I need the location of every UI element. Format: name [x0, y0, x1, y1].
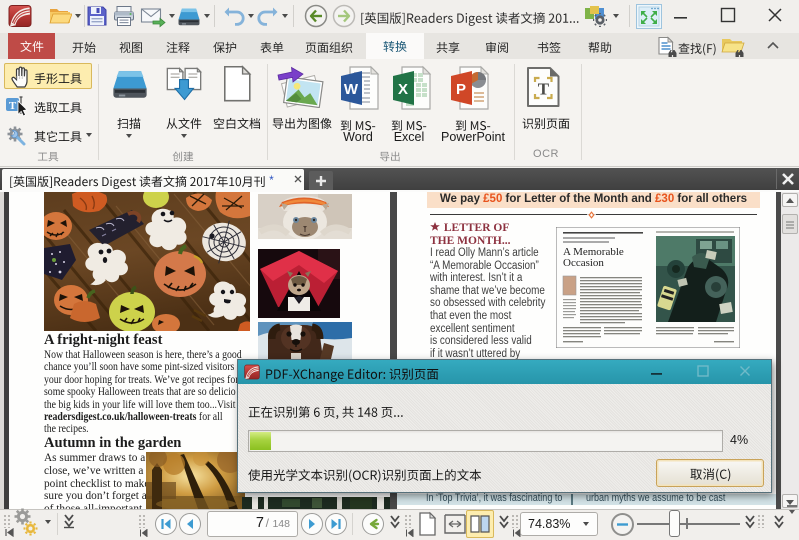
svg-text:T: T — [9, 100, 17, 112]
svg-text:T: T — [538, 80, 550, 99]
svg-text:W: W — [344, 81, 359, 98]
svg-text:P: P — [456, 81, 466, 98]
svg-text:X: X — [398, 81, 408, 98]
svg-text:Occasion: Occasion — [563, 257, 604, 269]
